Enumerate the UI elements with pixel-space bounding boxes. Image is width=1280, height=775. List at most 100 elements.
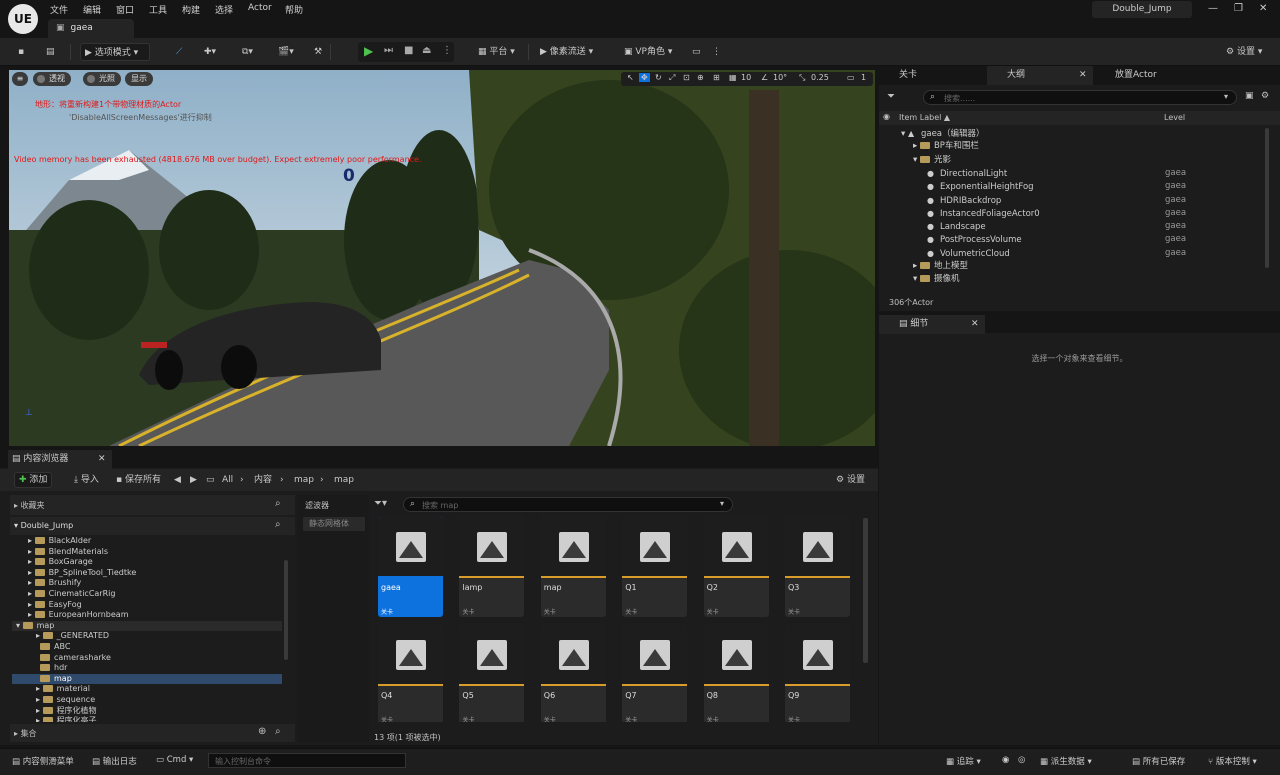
asset-scrollbar[interactable] [863,518,868,663]
tree-scrollbar[interactable] [284,560,288,660]
asset-tile[interactable]: Q7 关卡 [622,624,688,722]
col-item-label[interactable]: Item Label ▲ [899,113,950,122]
rotate-icon[interactable]: ↻ [655,73,662,82]
outliner-row[interactable]: ▸ 地上模型 [879,260,1264,273]
chevron-right-icon[interactable]: ▸ [28,610,35,619]
save-icon[interactable]: ▪ [14,43,28,61]
menu-select[interactable]: 选择 [215,3,233,16]
rot-snap-icon[interactable]: ∠ [761,73,768,82]
folder-tree-item[interactable]: map [12,673,282,685]
folder-tree-item[interactable]: ▸ 程序化亭子 [12,716,282,722]
modeling-icon[interactable]: ⟋ [172,43,186,61]
chevron-right-icon[interactable]: ▸ [28,547,35,556]
derived-data-button[interactable]: ▦ 派生数据 ▾ [1040,755,1092,767]
close-icon[interactable]: ✕ [98,450,106,469]
outliner-search-input[interactable]: ⌕ 搜索...... ▾ [923,90,1237,105]
favorites-header[interactable]: ▸ 收藏夹 ⌕ [10,495,295,515]
breadcrumb-content[interactable]: 内容 [250,471,276,489]
asset-tile[interactable]: Q1 关卡 [622,516,688,617]
camera-speed-icon[interactable]: ▭ [847,73,855,82]
more-icon[interactable]: ⋮ [442,45,452,56]
filter-icon[interactable]: ⏷ [887,91,895,102]
surface-snap-icon[interactable]: ⊡ [683,73,690,82]
grid-size[interactable]: 10 [741,73,751,82]
gear-icon[interactable]: ⚙ [1261,91,1269,101]
menu-file[interactable]: 文件 [50,3,68,16]
move-icon[interactable]: ✥ [639,73,650,82]
asset-tile[interactable]: Q3 关卡 [785,516,850,617]
tab-content-browser[interactable]: ▤ 内容浏览器 ✕ [8,450,112,469]
folder-tree-item[interactable]: ▸ Brushify [12,578,282,589]
folder-tree-item[interactable]: ▸ material [12,684,282,695]
folder-tree-item[interactable]: ▸ BP_SplineTool_Tiedtke [12,568,282,579]
level-viewport[interactable]: ≡ 透视 光照 显示 ↖ ✥ ↻ ⤢ ⊡ ⊕ ⊞ ▦ 10 ∠ 10° ⤡ 0.… [9,70,875,446]
chevron-right-icon[interactable]: ▸ [36,695,43,704]
lighting-button[interactable]: 光照 [83,72,121,86]
add-actor-icon[interactable]: ✚▾ [200,43,220,61]
folder-tree-item[interactable]: ▸ sequence [12,695,282,706]
console-input[interactable]: 输入控制台命令 [208,753,406,768]
chevron-right-icon[interactable]: ▸ [36,631,43,640]
outliner-row[interactable]: ▾ 摄像机 [879,273,1264,286]
show-button[interactable]: 显示 [125,72,153,86]
maximize-icon[interactable]: ❐ [1234,3,1243,14]
trace-button[interactable]: ▦ 追踪 ▾ [946,755,981,767]
world-icon[interactable]: ⊕ [697,73,704,82]
camera-icon[interactable]: ◎ [1018,755,1025,765]
outliner-row[interactable]: ● HDRIBackdrop gaea [879,194,1264,207]
chevron-down-icon[interactable]: ▾ [901,129,908,139]
settings-button[interactable]: ⚙ 设置 ▾ [1222,43,1266,61]
minimize-icon[interactable]: — [1208,3,1218,14]
chevron-down-icon[interactable]: ▾ [913,155,920,165]
content-drawer-button[interactable]: ▤ 内容侧滑菜单 [12,755,74,767]
folder-tree-item[interactable]: ▸ _GENERATED [12,631,282,642]
close-icon[interactable]: ✕ [1079,66,1087,85]
cb-settings-button[interactable]: ⚙ 设置 [832,471,869,489]
menu-build[interactable]: 构建 [182,3,200,16]
chevron-right-icon[interactable]: ▸ [28,589,35,598]
vp-role-button[interactable]: ▣ VP角色 ▾ [620,43,676,61]
cmd-select[interactable]: ▭ Cmd ▾ [156,755,193,765]
breadcrumb-all[interactable]: All [218,471,237,489]
blueprint-icon[interactable]: ⧉▾ [238,43,257,61]
menu-help[interactable]: 帮助 [285,3,303,16]
tab-level-gaea[interactable]: ▣ gaea [48,19,134,38]
chevron-right-icon[interactable]: ▸ [28,568,35,577]
mode-select-button[interactable]: ▶ 选项模式 ▾ [80,43,150,61]
perspective-button[interactable]: 透视 [33,72,71,86]
unreal-logo-icon[interactable]: UE [8,4,38,34]
breadcrumb-map[interactable]: map [290,471,318,489]
folder-tree-item[interactable]: ▸ EasyFog [12,600,282,611]
search-icon[interactable]: ⌕ [275,726,281,737]
asset-search-input[interactable]: ⌕ 搜索 map ▾ [403,497,733,512]
outliner-row[interactable]: ● InstancedFoliageActor0 gaea [879,207,1264,220]
add-folder-icon[interactable]: ▣ [1245,91,1254,101]
chevron-right-icon[interactable]: ▸ [28,557,35,566]
chevron-right-icon[interactable]: ▸ [28,600,35,609]
folder-tree-item[interactable]: ▾ map [12,620,282,632]
snap-icon[interactable]: ⊞ [713,73,720,82]
asset-tile[interactable]: map 关卡 [540,516,606,617]
cinematics-icon[interactable]: 🎬▾ [274,43,298,61]
folder-tree-item[interactable]: camerasharke [12,653,282,664]
camera-speed[interactable]: 1 [861,73,866,82]
search-icon[interactable]: ⌕ [275,498,281,509]
tab-levels[interactable]: 关卡 [879,66,985,85]
rot-size[interactable]: 10° [773,73,787,82]
outliner-row[interactable]: ● VolumetricCloud gaea [879,247,1264,260]
chevron-right-icon[interactable]: ▸ [36,706,43,715]
play-icon[interactable]: ▶ [364,44,373,58]
menu-actor[interactable]: Actor [248,3,272,13]
grid-snap-icon[interactable]: ▦ [729,73,737,82]
outliner-row[interactable]: ▾ 光影 [879,154,1264,167]
eye-icon[interactable]: ◉ [883,112,890,121]
folder-tree-item[interactable]: ABC [12,642,282,653]
close-icon[interactable]: ✕ [971,315,979,334]
hamburger-icon[interactable]: ≡ [12,72,28,86]
asset-tile[interactable]: Q5 关卡 [459,624,525,722]
forward-icon[interactable]: ▶ [186,471,201,489]
project-header[interactable]: ▾ Double_Jump ⌕ [10,517,295,535]
select-icon[interactable]: ↖ [627,73,634,82]
step-icon[interactable]: ⏭ [384,45,393,56]
save-status-button[interactable]: ▤ 所有已保存 [1132,755,1185,767]
